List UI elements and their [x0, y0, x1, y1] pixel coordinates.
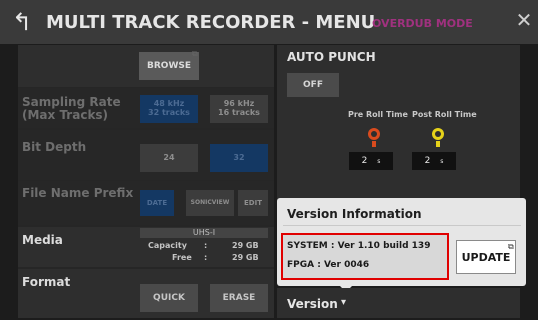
chevron-down-icon: ▾ [341, 297, 347, 308]
browse-button[interactable]: BROWSE [139, 52, 199, 80]
pre-roll-knob-stem [372, 141, 376, 147]
capacity-value: 29 GB [232, 241, 259, 250]
auto-punch-off-button[interactable]: OFF [287, 73, 339, 97]
free-value: 29 GB [232, 253, 259, 262]
sampling-96k-button[interactable]: 96 kHz 16 tracks [210, 95, 268, 123]
external-icon: ⧉ [192, 49, 198, 58]
popup-title: Version Information [287, 207, 422, 221]
back-icon[interactable]: ↰ [7, 7, 37, 37]
mode-indicator: OVERDUB MODE [372, 17, 473, 30]
format-label: Format [22, 275, 71, 289]
post-roll-value: 2 [424, 156, 431, 166]
pre-roll-value: 2 [361, 156, 368, 166]
file-name-prefix-label: File Name Prefix [22, 186, 134, 200]
media-type-badge: UHS-I [140, 228, 268, 238]
pre-roll-label: Pre Roll Time [348, 110, 408, 119]
post-roll-value-field[interactable]: 2s [412, 152, 456, 170]
media-label: Media [22, 233, 63, 247]
auto-punch-title: AUTO PUNCH [287, 50, 376, 64]
system-version-text: SYSTEM : Ver 1.10 build 139 [287, 241, 431, 251]
capacity-label: Capacity [148, 241, 187, 250]
post-roll-knob-stem [436, 141, 440, 147]
pre-roll-unit: s [377, 158, 381, 165]
prefix-edit-button[interactable]: EDIT [238, 190, 268, 216]
free-colon: : [204, 253, 208, 262]
pre-roll-value-field[interactable]: 2s [349, 152, 393, 170]
free-label: Free [172, 253, 192, 262]
bit-depth-label: Bit Depth [22, 140, 87, 154]
prefix-date-button[interactable]: DATE [140, 190, 174, 216]
sampling-48k-button[interactable]: 48 kHz 32 tracks [140, 95, 198, 123]
bit-depth-24-button[interactable]: 24 [140, 144, 198, 172]
popup-divider [283, 225, 521, 226]
close-icon[interactable]: ✕ [512, 8, 536, 32]
pre-roll-knob-center [371, 131, 377, 137]
version-label: Version [287, 297, 338, 311]
erase-format-button[interactable]: ERASE [210, 284, 268, 312]
prefix-sonicview-button[interactable]: SONICVIEW [186, 190, 234, 216]
capacity-colon: : [204, 241, 208, 250]
post-roll-knob-center [435, 131, 441, 137]
update-button[interactable]: UPDATE [456, 240, 516, 274]
fpga-version-text: FPGA : Ver 0046 [287, 260, 370, 270]
external-link-icon: ⧉ [508, 242, 514, 251]
post-roll-unit: s [440, 158, 444, 165]
post-roll-label: Post Roll Time [412, 110, 477, 119]
sampling-rate-label: Sampling Rate [22, 95, 121, 109]
bit-depth-32-button[interactable]: 32 [210, 144, 268, 172]
page-title: MULTI TRACK RECORDER - MENU [46, 12, 376, 33]
quick-format-button[interactable]: QUICK [140, 284, 198, 312]
sampling-rate-sublabel: (Max Tracks) [22, 108, 109, 122]
